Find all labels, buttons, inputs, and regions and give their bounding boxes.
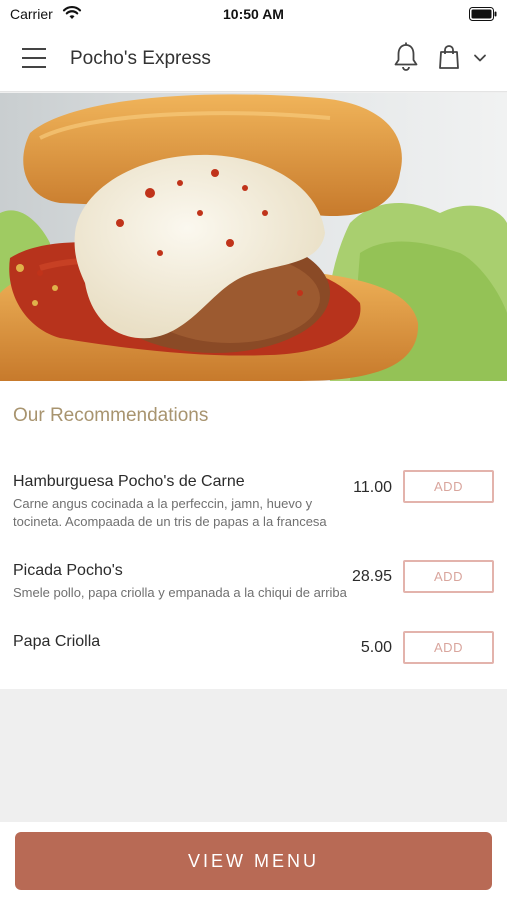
meatball-sandwich-illustration	[0, 93, 507, 381]
view-menu-button[interactable]: VIEW MENU	[15, 832, 492, 890]
status-bar: Carrier 10:50 AM	[0, 0, 507, 28]
item-price: 11.00	[353, 479, 392, 496]
item-name: Papa Criolla	[13, 633, 101, 650]
battery-icon	[469, 7, 497, 21]
add-button[interactable]: ADD	[403, 631, 494, 664]
section-title: Our Recommendations	[13, 405, 209, 426]
clock-time: 10:50 AM	[223, 6, 284, 22]
hamburger-menu-icon[interactable]	[22, 48, 48, 70]
chevron-down-icon[interactable]	[473, 52, 487, 64]
item-price: 5.00	[360, 639, 392, 656]
item-description: Carne angus cocinada a la perfeccin, jam…	[13, 496, 327, 529]
app-header: Pocho's Express	[0, 28, 507, 92]
recommendations-section: Our Recommendations Hamburguesa Pocho's …	[0, 381, 507, 689]
add-button[interactable]: ADD	[403, 560, 494, 593]
bell-icon[interactable]	[393, 42, 419, 72]
item-description: Smele pollo, papa criolla y empanada a l…	[13, 585, 347, 600]
app-title: Pocho's Express	[70, 48, 211, 69]
item-name: Hamburguesa Pocho's de Carne	[13, 473, 245, 490]
hero-food-image	[0, 93, 507, 381]
item-name: Picada Pocho's	[13, 562, 123, 579]
item-price: 28.95	[351, 568, 392, 585]
shopping-bag-icon[interactable]	[438, 44, 460, 70]
add-button[interactable]: ADD	[403, 470, 494, 503]
footer-bar: VIEW MENU	[0, 822, 507, 900]
